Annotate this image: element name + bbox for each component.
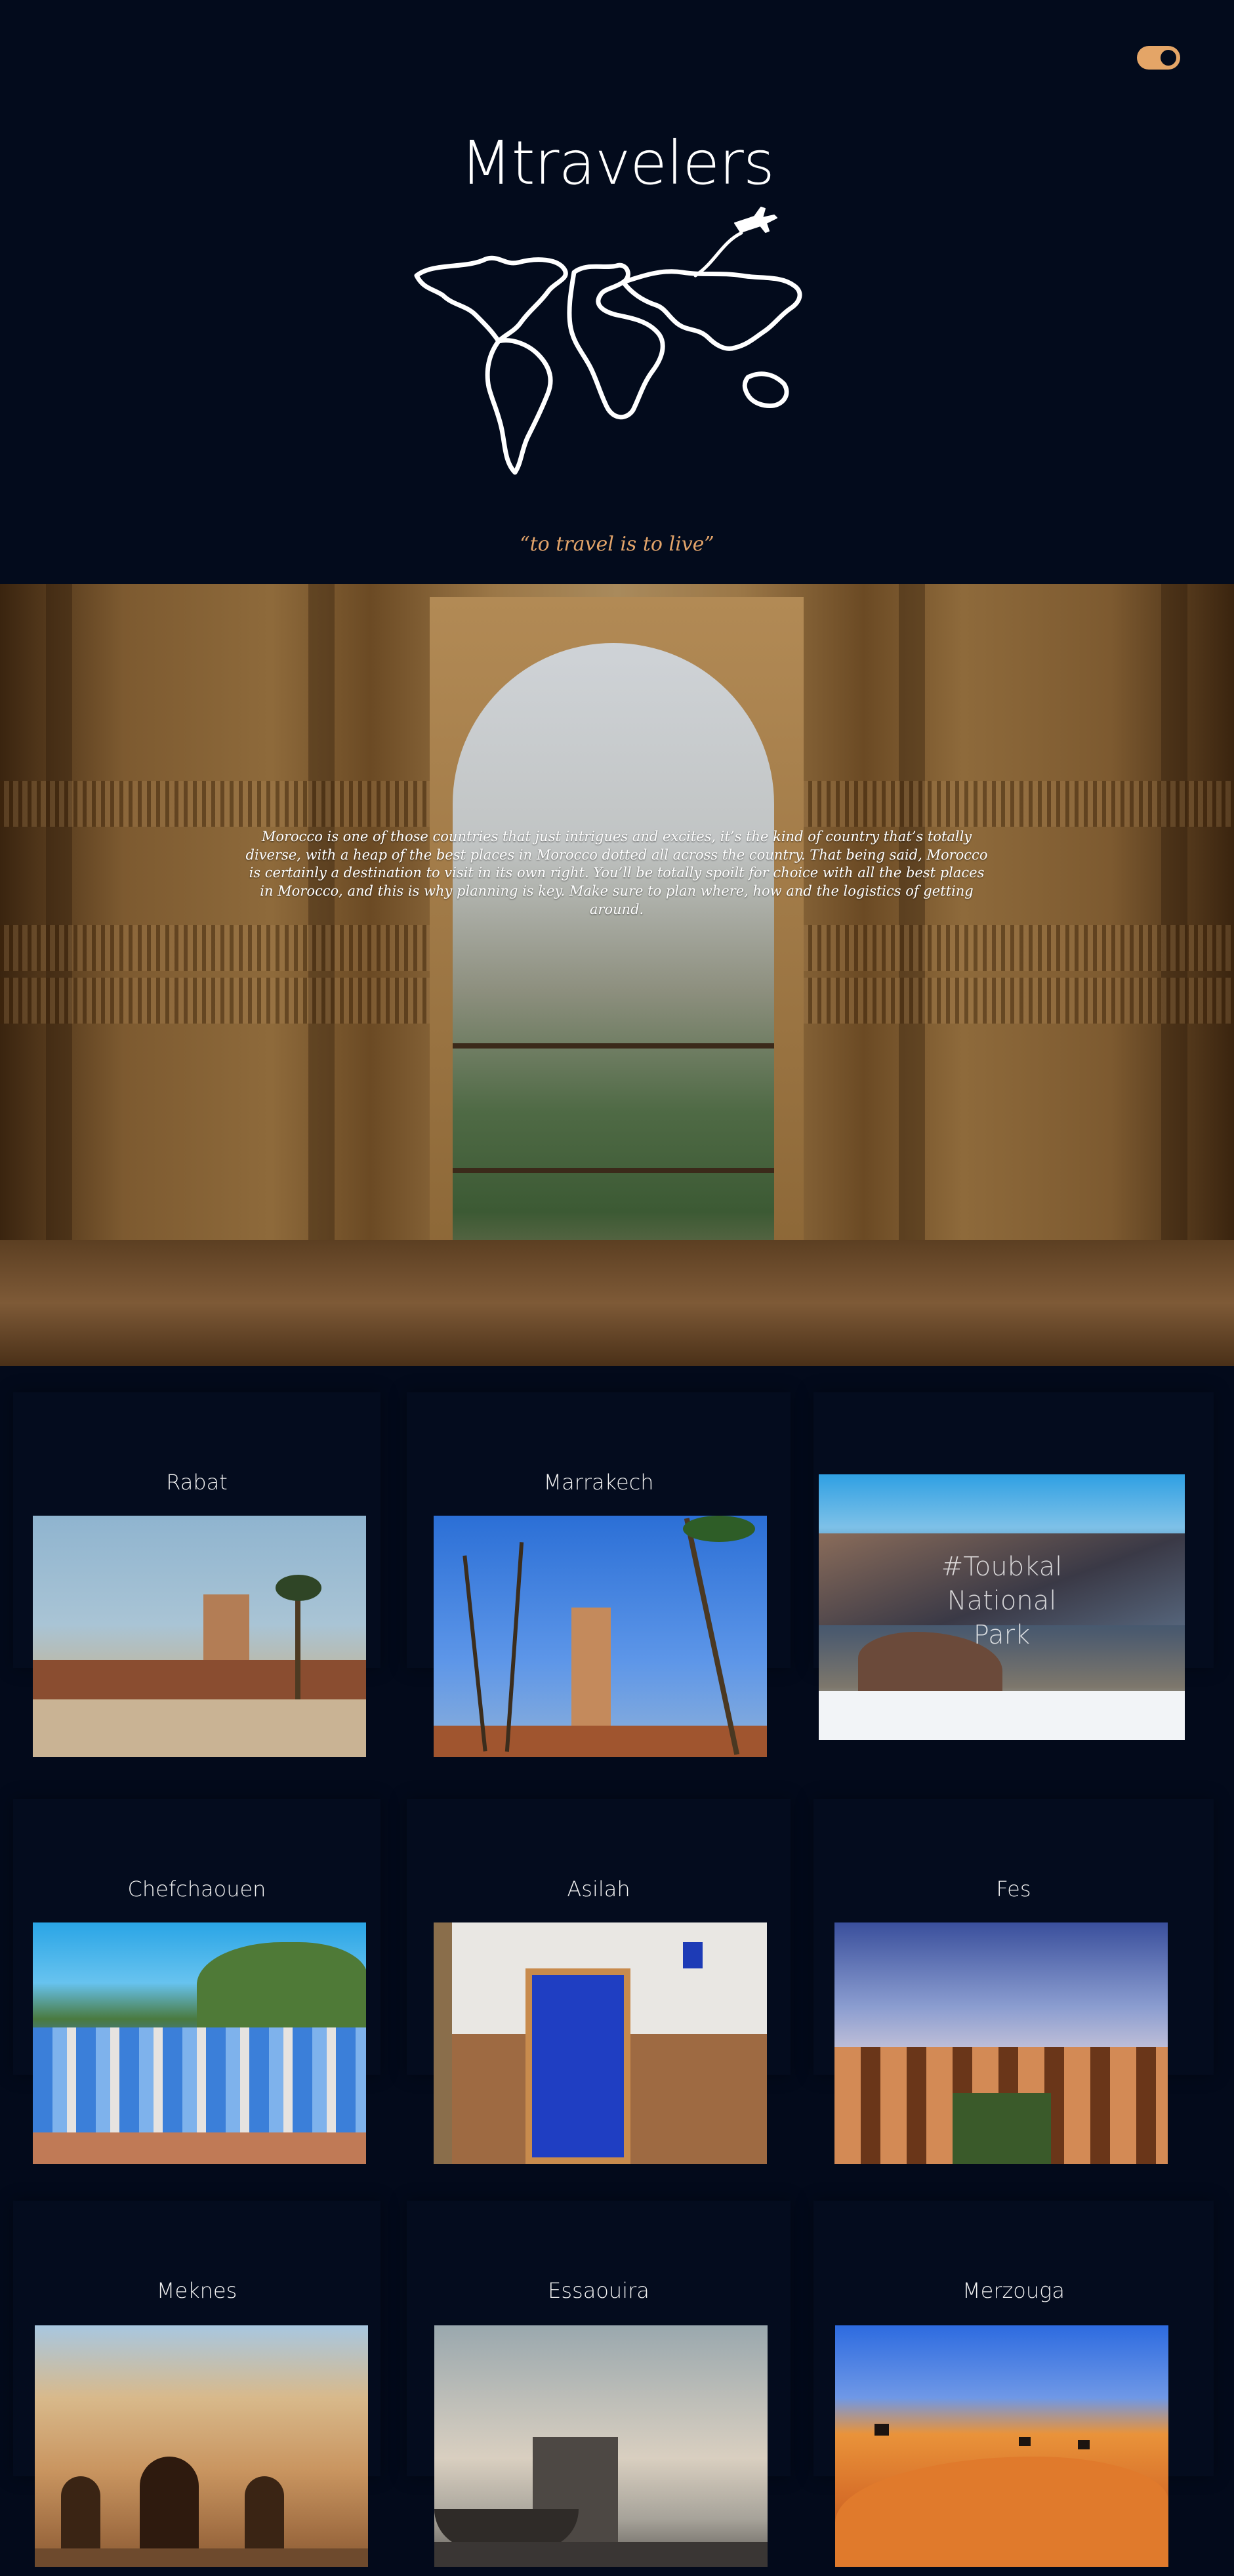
hero-paragraph: Morocco is one of those countries that j… (245, 829, 988, 917)
destination-title: Fes (996, 1877, 1031, 1901)
marrakech-image[interactable] (434, 1516, 767, 1757)
tagline: “to travel is to live” (520, 533, 714, 556)
destinations-grid: Rabat Marrakech #Toubkal National Park C… (0, 1366, 1234, 2576)
asilah-image[interactable] (434, 1922, 767, 2164)
toggle-knob (1161, 50, 1176, 66)
hero-banner (0, 584, 1234, 1366)
theme-toggle[interactable] (1137, 46, 1180, 70)
destination-card-toubkal[interactable]: #Toubkal National Park (813, 1392, 1214, 1740)
rabat-image[interactable] (33, 1516, 366, 1757)
airplane-icon (734, 207, 777, 233)
chefchaouen-image[interactable] (33, 1922, 366, 2164)
world-map-logo (414, 207, 802, 475)
destination-title: Meknes (156, 2278, 237, 2303)
toubkal-overlay-text: #Toubkal National Park (941, 1552, 1063, 1650)
site-header: Mtravelers “to travel is to live” (0, 0, 1234, 584)
site-title[interactable]: Mtravelers (0, 128, 1234, 198)
destination-card-rabat[interactable]: Rabat (13, 1392, 380, 1757)
merzouga-image[interactable] (835, 2325, 1168, 2567)
destination-card-chefchaouen[interactable]: Chefchaouen (13, 1799, 380, 2164)
destination-title: Marrakech (543, 1470, 654, 1495)
destination-title: Rabat (166, 1470, 228, 1495)
destination-card-marrakech[interactable]: Marrakech (407, 1392, 791, 1757)
fes-image[interactable] (834, 1922, 1168, 2164)
arch-view-image (453, 643, 774, 1312)
destination-card-meknes[interactable]: Meknes (13, 2201, 380, 2567)
destination-title: Merzouga (962, 2278, 1065, 2303)
destination-card-essaouira[interactable]: Essaouira (407, 2201, 791, 2567)
destination-card-merzouga[interactable]: Merzouga (813, 2201, 1214, 2567)
meknes-image[interactable] (35, 2325, 368, 2567)
toubkal-image[interactable]: #Toubkal National Park (819, 1474, 1185, 1740)
destination-title: Essaouira (548, 2278, 649, 2303)
destination-title: Chefchaouen (127, 1877, 266, 1901)
destination-card-asilah[interactable]: Asilah (407, 1799, 791, 2164)
destination-card-fes[interactable]: Fes (813, 1799, 1214, 2164)
destination-title: Asilah (567, 1877, 630, 1901)
essaouira-image[interactable] (434, 2325, 768, 2567)
